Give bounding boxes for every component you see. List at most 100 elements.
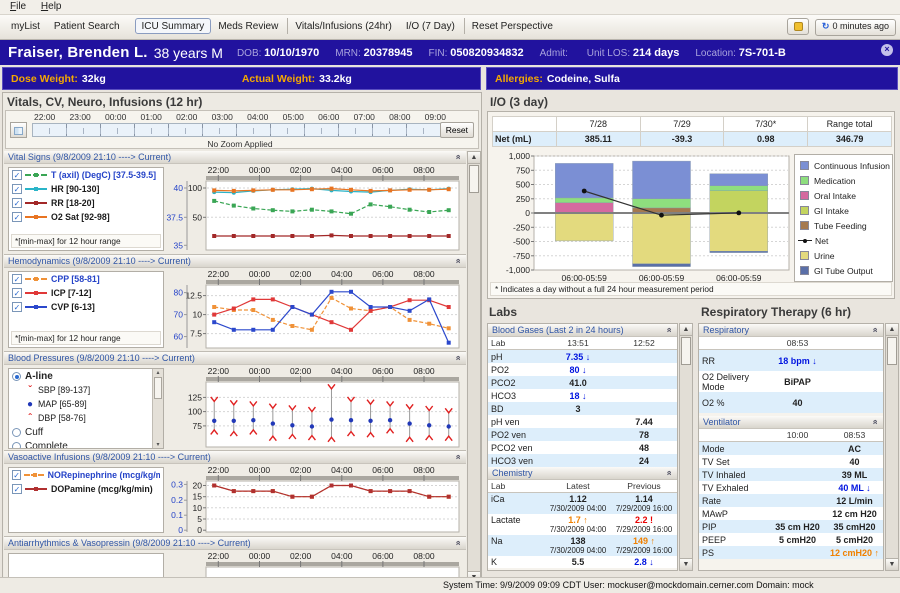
svg-text:37.5: 37.5 xyxy=(166,212,183,222)
collapse-icon[interactable]: » xyxy=(663,327,673,332)
legend-label: Medication xyxy=(814,175,856,186)
scrollbar-thumb[interactable] xyxy=(681,337,691,365)
legend-label: GI Tube Output xyxy=(814,265,873,276)
timeline-strip[interactable] xyxy=(32,123,448,137)
radio-icon[interactable] xyxy=(12,441,21,448)
svg-text:60: 60 xyxy=(174,332,184,342)
toolbar-button[interactable]: I/O (7 Day) xyxy=(399,18,462,34)
toolbar-button[interactable]: myList xyxy=(4,18,47,34)
legend-item[interactable]: O2 Sat [92-98] xyxy=(9,210,163,224)
radio-icon[interactable] xyxy=(12,427,21,437)
lab-row: PO2 80 ↓ xyxy=(488,363,677,376)
toolbar-button[interactable]: Meds Review xyxy=(211,18,285,34)
vitals-scrollbar[interactable]: ▲ ▼ xyxy=(467,151,481,583)
banner-field: FIN: 050820934832 xyxy=(428,46,524,59)
collapse-icon[interactable]: » xyxy=(452,540,462,545)
legend-label: ICP [7-12] xyxy=(51,288,92,298)
radio-aline[interactable]: A-line xyxy=(9,369,163,383)
legend-item[interactable]: CPP [58-81] xyxy=(9,272,163,286)
collapse-icon[interactable]: » xyxy=(452,258,462,263)
legend-item[interactable]: ICP [7-12] xyxy=(9,286,163,300)
checkbox-checked-icon[interactable] xyxy=(12,212,22,222)
collapse-icon[interactable]: » xyxy=(452,355,462,360)
collapse-icon[interactable]: » xyxy=(452,454,462,459)
toolbar-button[interactable]: ICU Summary xyxy=(134,18,212,34)
lab-row: HCO3 18 ↓ xyxy=(488,389,677,402)
radio-selected-icon[interactable] xyxy=(12,371,21,381)
svg-text:500: 500 xyxy=(516,180,530,190)
panel-title: Blood Pressures (9/8/2009 21:10 ----> Cu… xyxy=(8,353,195,363)
toolbar-button[interactable]: Vitals/Infusions (24hr) xyxy=(287,18,399,34)
close-icon[interactable]: × xyxy=(881,44,893,56)
checkbox-checked-icon[interactable] xyxy=(12,184,22,194)
checkbox-checked-icon[interactable] xyxy=(12,470,22,480)
svg-text:00:00: 00:00 xyxy=(249,269,271,279)
collapse-icon[interactable]: » xyxy=(663,470,673,475)
scroll-up-arrow[interactable]: ▲ xyxy=(468,152,480,164)
checkbox-checked-icon[interactable] xyxy=(12,302,22,312)
vital-signs-chart: 22:00 00:00 02:00 04:00 06:00 08:00 100 50 40 37.… xyxy=(166,165,462,253)
blood-pressures-legend: A-line ˇ SBP [89-137] ● MAP [65-89] ˆ DB… xyxy=(8,368,164,449)
series-line-sample xyxy=(25,277,47,281)
scroll-up-arrow[interactable]: ▲ xyxy=(886,324,898,336)
checkbox-checked-icon[interactable] xyxy=(12,170,22,180)
legend-item[interactable]: T (axil) (DegC) [37.5-39.5] xyxy=(9,168,163,182)
chemistry-header: Lab Latest Previous xyxy=(488,480,677,493)
checkbox-checked-icon[interactable] xyxy=(12,288,22,298)
io-footnote: * Indicates a day without a full 24 hour… xyxy=(490,282,892,296)
reset-button[interactable]: Reset xyxy=(439,122,474,138)
legend-item[interactable]: CVP [6-13] xyxy=(9,300,163,314)
timeline-minor-ticks xyxy=(33,128,447,134)
ventilator-row: TV Inhaled 39 ML xyxy=(699,468,883,481)
bp-series-item: ● MAP [65-89] xyxy=(9,397,163,411)
timeline-hour-label: 22:00 xyxy=(34,112,56,122)
ventilator-row: PS 12 cmH20 ↑ xyxy=(699,546,883,559)
series-line-sample xyxy=(25,201,47,205)
banner-field: Location: 7S-701-B xyxy=(695,46,786,59)
radio-cuff[interactable]: Cuff xyxy=(9,425,163,439)
scroll-down-arrow[interactable]: ▼ xyxy=(886,558,898,570)
legend-label: MAP [65-89] xyxy=(38,399,87,409)
svg-text:04:00: 04:00 xyxy=(331,165,353,175)
menu-help[interactable]: Help xyxy=(35,1,68,12)
net-line-icon xyxy=(798,238,812,243)
dose-weight-label: Dose Weight: xyxy=(11,72,78,85)
collapse-icon[interactable]: » xyxy=(869,327,879,332)
legend-item[interactable]: NORepinephrine (mcg/kg/min) xyxy=(9,468,163,482)
scroll-down-arrow[interactable]: ▼ xyxy=(680,558,692,570)
io-legend-item: Net xyxy=(797,233,890,248)
toolbar-button[interactable]: Patient Search xyxy=(47,18,127,34)
zoom-tool-button[interactable] xyxy=(10,122,27,138)
legend-label: DBP [58-76] xyxy=(38,413,86,423)
checkbox-checked-icon[interactable] xyxy=(12,198,22,208)
svg-text:10: 10 xyxy=(193,310,203,320)
scrollbar-thumb[interactable] xyxy=(887,337,897,365)
svg-text:06:00: 06:00 xyxy=(372,165,394,175)
svg-text:00:00: 00:00 xyxy=(249,551,271,561)
legend-swatch xyxy=(800,266,809,275)
scrollbar-thumb[interactable] xyxy=(154,377,162,399)
labs-scrollbar[interactable]: ▲ ▼ xyxy=(679,323,693,571)
alert-button[interactable] xyxy=(787,18,810,35)
toolbar-button[interactable]: Reset Perspective xyxy=(463,18,560,34)
collapse-icon[interactable]: » xyxy=(869,419,879,424)
refresh-button[interactable]: ↻ 0 minutes ago xyxy=(814,19,896,37)
menu-file[interactable]: File xyxy=(4,1,32,12)
legend-scrollbar[interactable]: ▴ ▾ xyxy=(152,369,163,448)
labs-section: Labs Blood Gases (Last 2 in 24 hours) » L… xyxy=(484,303,693,576)
legend-item[interactable]: HR [90-130] xyxy=(9,182,163,196)
series-line-sample xyxy=(25,187,47,191)
dose-weight-value: 32kg xyxy=(81,72,106,85)
scroll-up-arrow[interactable]: ▲ xyxy=(680,324,692,336)
checkbox-checked-icon[interactable] xyxy=(12,274,22,284)
collapse-icon[interactable]: » xyxy=(452,154,462,159)
respiratory-scrollbar[interactable]: ▲ ▼ xyxy=(885,323,899,571)
respiratory-row: O2 % 40 xyxy=(699,392,883,413)
svg-text:0.1: 0.1 xyxy=(171,510,183,520)
scrollbar-thumb[interactable] xyxy=(469,165,479,193)
checkbox-checked-icon[interactable] xyxy=(12,484,22,494)
vasoactive-chart: 22:00 00:00 02:00 04:00 06:00 08:00 20 15 10 5 0 0.… xyxy=(166,465,462,535)
legend-item[interactable]: RR [18-20] xyxy=(9,196,163,210)
radio-complete[interactable]: Complete xyxy=(9,439,163,448)
legend-item[interactable]: DOPamine (mcg/kg/min) xyxy=(9,482,163,496)
